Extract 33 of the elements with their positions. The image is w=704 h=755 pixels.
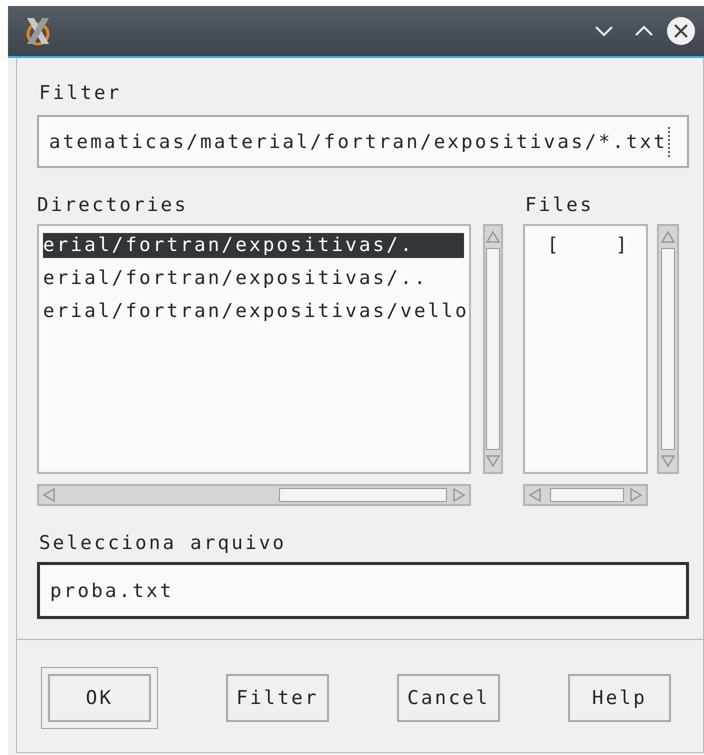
directory-item[interactable]: erial/fortran/expositivas/..	[43, 266, 464, 291]
scroll-thumb[interactable]	[486, 248, 500, 450]
scroll-down-icon[interactable]	[661, 454, 675, 468]
scroll-down-icon[interactable]	[486, 454, 500, 468]
scroll-thumb[interactable]	[279, 488, 447, 502]
field-label: Filter	[39, 82, 122, 104]
horizontal-scrollbar[interactable]	[523, 484, 648, 506]
field-label: Selecciona arquivo	[39, 532, 288, 554]
horizontal-scrollbar[interactable]	[37, 484, 471, 506]
scroll-right-icon[interactable]	[452, 488, 466, 502]
scroll-up-icon[interactable]	[486, 230, 500, 244]
dialog-button[interactable]: Filter	[226, 674, 329, 722]
file-list[interactable]: [ ]	[523, 224, 648, 474]
scroll-thumb[interactable]	[550, 488, 624, 502]
list-label: Directories	[37, 194, 190, 216]
vertical-scrollbar[interactable]	[657, 224, 679, 474]
scroll-thumb[interactable]	[661, 248, 675, 450]
dialog-button[interactable]: OK	[48, 674, 151, 722]
dialog-button[interactable]: Help	[568, 674, 671, 722]
scroll-up-icon[interactable]	[661, 230, 675, 244]
directory-list[interactable]: erial/fortran/expositivas/. erial/fortran/expositivas/.. erial/fortran/expositivas/vello	[37, 224, 471, 474]
close-icon[interactable]	[666, 16, 696, 46]
scroll-left-icon[interactable]	[528, 488, 542, 502]
file-item[interactable]: [ ]	[547, 233, 646, 258]
vertical-scrollbar[interactable]	[483, 224, 503, 474]
list-label: Files	[525, 194, 595, 216]
scroll-right-icon[interactable]	[629, 488, 643, 502]
scroll-left-icon[interactable]	[42, 488, 56, 502]
dialog-button[interactable]: Cancel	[397, 674, 500, 722]
filter-field[interactable]: atematicas/material/fortran/expositivas/*.txt	[37, 115, 689, 168]
directory-item[interactable]: erial/fortran/expositivas/.	[43, 233, 464, 258]
directory-item[interactable]: erial/fortran/expositivas/vello	[43, 299, 464, 324]
selection-field[interactable]: proba.txt	[37, 562, 689, 619]
